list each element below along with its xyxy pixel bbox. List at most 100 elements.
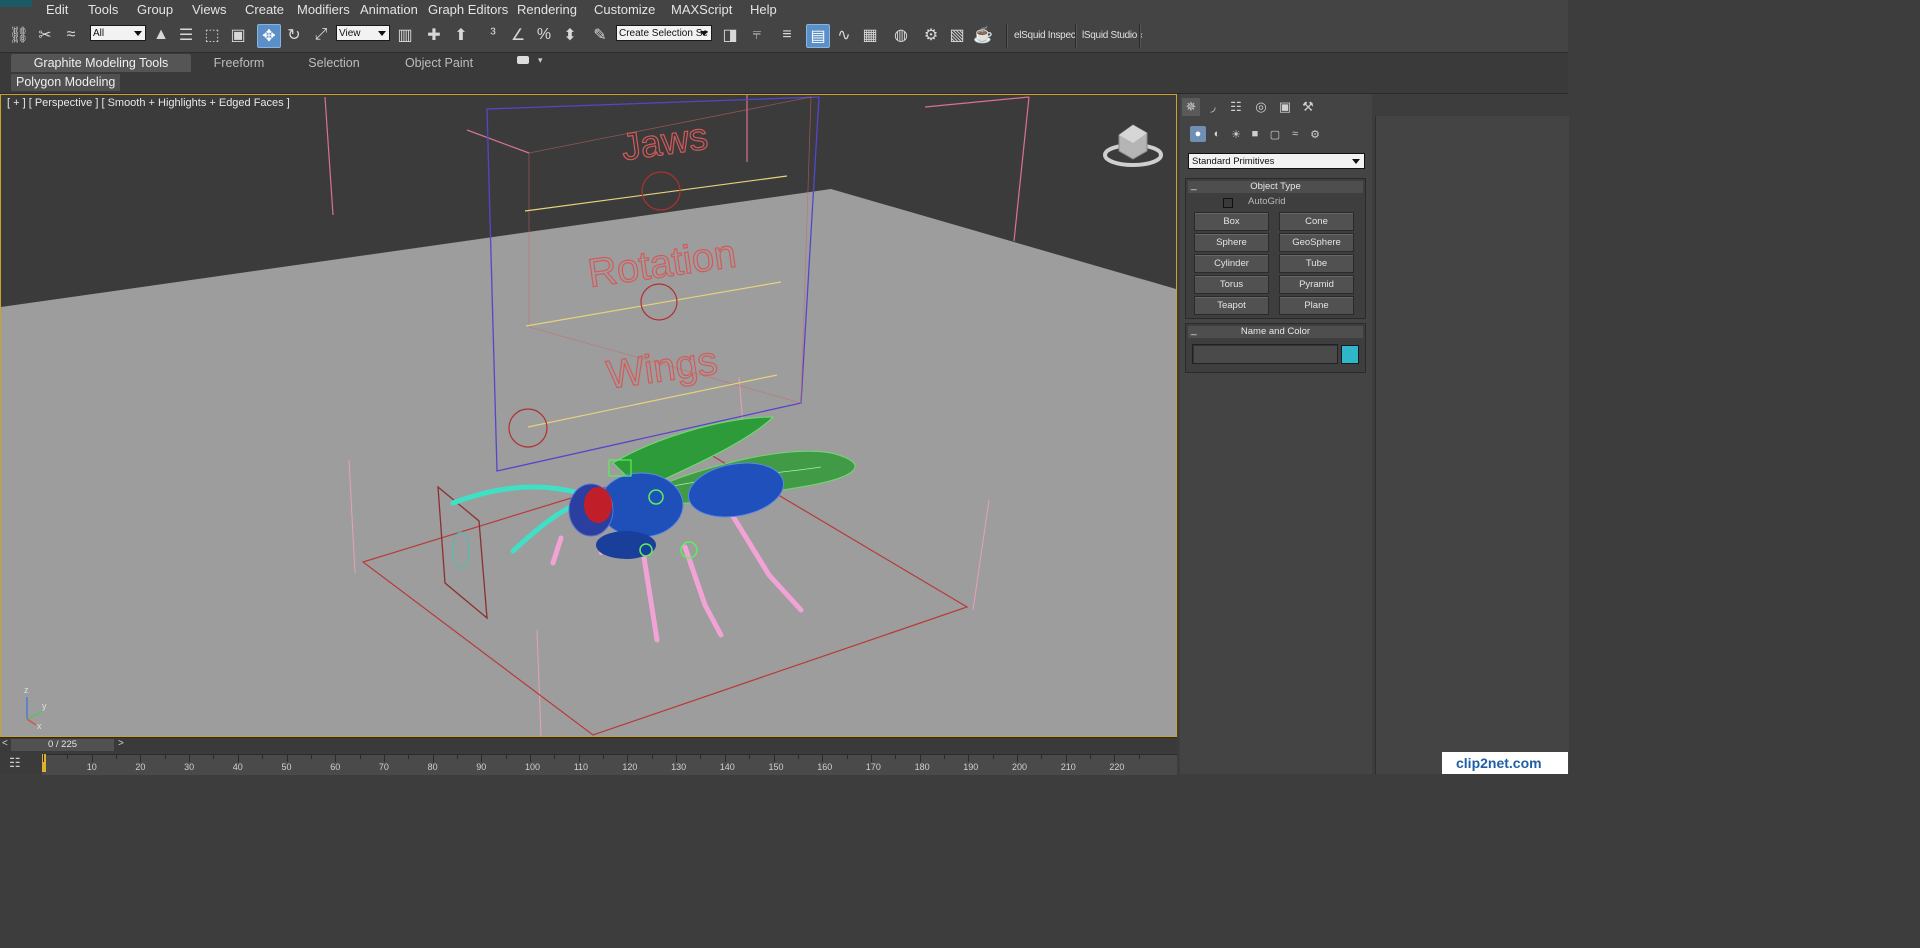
helpers-icon[interactable]: ▢ <box>1267 126 1283 142</box>
track-tick <box>237 754 239 762</box>
space-warps-icon[interactable]: ≈ <box>1287 126 1303 142</box>
spinner-snap-icon[interactable]: ⬍ <box>559 24 581 46</box>
plugin-studio-label[interactable]: lSquid Studio ‹ <box>1082 30 1143 41</box>
tab-object-paint[interactable]: Object Paint <box>396 54 482 72</box>
track-tick <box>554 754 556 759</box>
menu-tools[interactable]: Tools <box>88 2 118 17</box>
polygon-modeling-panel[interactable]: Polygon Modeling <box>11 74 121 91</box>
shapes-icon[interactable]: ◐ <box>1209 126 1225 142</box>
viewport-label-menu[interactable]: [ + ] [ Perspective ] [ Smooth + Highlig… <box>7 97 290 109</box>
track-bar[interactable]: ☷ 10 20 30 40 50 60 70 80 90 100 110 120 130 140 150 16… <box>0 752 1177 775</box>
align-icon[interactable]: ⫧ <box>746 24 768 46</box>
menu-create[interactable]: Create <box>245 2 284 17</box>
keyboard-shortcut-override-icon[interactable]: ⬆ <box>450 24 472 46</box>
tube-button[interactable]: Tube <box>1279 254 1354 273</box>
graphite-ribbon: Graphite Modeling Tools Freeform Selecti… <box>0 53 1568 73</box>
curve-editor-icon[interactable]: ∿ <box>833 24 855 46</box>
box-button[interactable]: Box <box>1194 212 1269 231</box>
cylinder-button[interactable]: Cylinder <box>1194 254 1269 273</box>
time-slider-thumb[interactable]: 0 / 225 <box>11 739 114 751</box>
mirror-icon[interactable]: ◨ <box>719 24 741 46</box>
track-tick-label: 150 <box>768 762 784 772</box>
angle-snap-icon[interactable]: ∠ <box>507 24 529 46</box>
edit-named-selection-icon[interactable]: ✎ <box>589 24 611 46</box>
plane-button[interactable]: Plane <box>1279 296 1354 315</box>
modify-tab-icon[interactable]: ◞ <box>1204 98 1222 116</box>
cameras-icon[interactable]: ■ <box>1247 126 1263 142</box>
render-setup-icon[interactable]: ⚙ <box>920 24 942 46</box>
unlink-selection-icon[interactable]: ✂ <box>34 24 56 46</box>
reference-coordinate-dropdown[interactable]: View <box>336 25 390 41</box>
torus-button[interactable]: Torus <box>1194 275 1269 294</box>
previous-frame-icon[interactable]: < <box>2 738 8 749</box>
next-frame-icon[interactable]: > <box>118 738 124 749</box>
rendered-frame-window-icon[interactable]: ▧ <box>946 24 968 46</box>
create-tab-icon[interactable]: ✵ <box>1182 98 1200 116</box>
render-teapot-icon[interactable]: ☕ <box>972 24 994 46</box>
object-name-field[interactable] <box>1192 344 1338 364</box>
systems-icon[interactable]: ⚙ <box>1307 126 1323 142</box>
rectangular-selection-icon[interactable]: ⬚ <box>201 24 223 46</box>
geometry-icon[interactable]: ● <box>1190 126 1206 142</box>
track-tick <box>1090 754 1092 759</box>
geosphere-button[interactable]: GeoSphere <box>1279 233 1354 252</box>
track-tick <box>968 754 970 762</box>
tab-selection[interactable]: Selection <box>295 54 373 72</box>
plugin-inspector-label[interactable]: elSquid Inspec <box>1014 30 1076 41</box>
track-tick <box>116 754 118 759</box>
menu-help[interactable]: Help <box>750 2 777 17</box>
menu-edit[interactable]: Edit <box>46 2 68 17</box>
schematic-view-icon[interactable]: ▦ <box>859 24 881 46</box>
autogrid-checkbox[interactable] <box>1223 198 1233 208</box>
cone-button[interactable]: Cone <box>1279 212 1354 231</box>
snaps-toggle-icon[interactable]: ³ <box>482 24 504 46</box>
display-tab-icon[interactable]: ▣ <box>1276 98 1294 116</box>
select-object-icon[interactable]: ▲ <box>150 24 172 46</box>
menu-group[interactable]: Group <box>137 2 173 17</box>
svg-text:y: y <box>42 701 47 711</box>
percent-snap-icon[interactable]: % <box>533 24 555 46</box>
motion-tab-icon[interactable]: ◎ <box>1252 98 1270 116</box>
ribbon-options-icon[interactable] <box>517 56 529 64</box>
tab-freeform[interactable]: Freeform <box>200 54 278 72</box>
primitive-category-dropdown[interactable]: Standard Primitives <box>1188 153 1365 169</box>
watermark-logo: clip2net.com <box>1442 752 1568 774</box>
menu-rendering[interactable]: Rendering <box>517 2 577 17</box>
sphere-button[interactable]: Sphere <box>1194 233 1269 252</box>
teapot-button[interactable]: Teapot <box>1194 296 1269 315</box>
select-and-move-icon[interactable]: ✥ <box>257 24 281 48</box>
select-and-manipulate-icon[interactable]: ✚ <box>423 24 445 46</box>
utilities-tab-icon[interactable]: ⚒ <box>1299 98 1317 116</box>
bind-to-space-warp-icon[interactable]: ≈ <box>60 24 82 46</box>
object-type-header[interactable]: _ Object Type <box>1188 180 1363 193</box>
lights-icon[interactable]: ☀ <box>1228 126 1244 142</box>
layer-manager-icon[interactable]: ≡ <box>776 24 798 46</box>
window-crossing-icon[interactable]: ▣ <box>227 24 249 46</box>
pyramid-button[interactable]: Pyramid <box>1279 275 1354 294</box>
hierarchy-tab-icon[interactable]: ☷ <box>1227 98 1245 116</box>
select-and-scale-icon[interactable]: ⤢ <box>310 24 332 46</box>
select-and-rotate-icon[interactable]: ↻ <box>283 24 305 46</box>
track-tick-label: 40 <box>232 762 243 772</box>
time-slider[interactable]: < 0 / 225 > <box>0 737 1177 752</box>
app-logo[interactable] <box>0 0 32 7</box>
name-and-color-header[interactable]: _ Name and Color <box>1188 325 1363 338</box>
object-color-swatch[interactable] <box>1341 345 1359 364</box>
menu-animation[interactable]: Animation <box>360 2 418 17</box>
chevron-down-icon[interactable]: ▾ <box>538 55 543 66</box>
material-editor-icon[interactable]: ◍ <box>890 24 912 46</box>
named-selection-sets-dropdown[interactable]: Create Selection Se <box>616 25 712 41</box>
perspective-viewport[interactable]: [ + ] [ Perspective ] [ Smooth + Highlig… <box>0 94 1177 737</box>
menu-maxscript[interactable]: MAXScript <box>671 2 732 17</box>
select-by-name-icon[interactable]: ☰ <box>175 24 197 46</box>
menu-modifiers[interactable]: Modifiers <box>297 2 350 17</box>
menu-customize[interactable]: Customize <box>594 2 655 17</box>
tab-graphite-modeling-tools[interactable]: Graphite Modeling Tools <box>11 54 191 72</box>
pivot-center-icon[interactable]: ▥ <box>394 24 416 46</box>
graphite-toggle-icon[interactable]: ▤ <box>806 24 830 48</box>
track-tick <box>310 754 312 759</box>
menu-graph-editors[interactable]: Graph Editors <box>428 2 508 17</box>
selection-filter-dropdown[interactable]: All <box>90 25 146 41</box>
menu-views[interactable]: Views <box>192 2 226 17</box>
select-and-link-icon[interactable]: ⛓ <box>8 24 30 46</box>
